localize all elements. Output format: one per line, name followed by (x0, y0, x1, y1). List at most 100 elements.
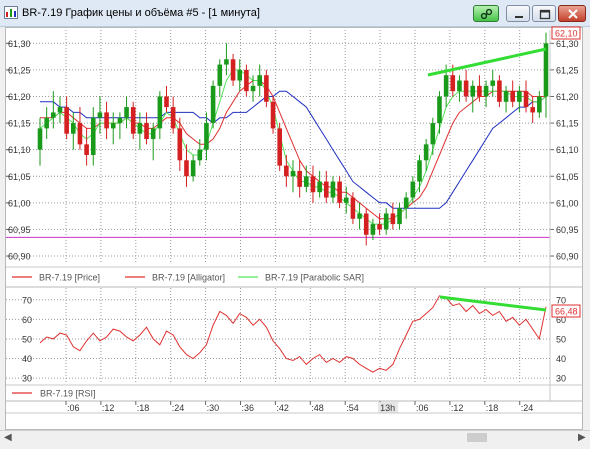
candle-body[interactable] (470, 85, 476, 97)
candle-body[interactable] (190, 160, 196, 177)
candle-body[interactable] (297, 170, 302, 187)
candle-body[interactable] (164, 96, 169, 108)
candle-body[interactable] (430, 123, 436, 145)
price-trendline[interactable] (427, 47, 547, 77)
candle-body[interactable] (257, 75, 263, 86)
candle-body[interactable] (64, 107, 69, 134)
scroll-left-icon[interactable]: ◀ (4, 431, 12, 445)
candle-body[interactable] (304, 176, 309, 187)
candle-body[interactable] (543, 43, 549, 97)
price-legend: BR-7.19 [Price] BR-7.19 [Alligator] BR-7.1… (12, 273, 364, 283)
candle-body[interactable] (350, 197, 356, 219)
candle-body[interactable] (217, 64, 223, 86)
candle-body[interactable] (104, 112, 109, 129)
candle-body[interactable] (90, 117, 96, 155)
horizontal-scrollbar[interactable]: ◀ ▶ (0, 430, 590, 445)
candle-body[interactable] (377, 224, 382, 230)
candle-body[interactable] (224, 59, 229, 65)
candle-body[interactable] (210, 85, 216, 124)
candle-body[interactable] (537, 96, 542, 113)
candle-body[interactable] (70, 123, 76, 134)
price-tick-label-left: 61,10 (8, 145, 31, 155)
rsi-tick-label-right: 70 (556, 295, 566, 305)
drawn-trendline-rsi[interactable] (439, 295, 547, 312)
candle-body[interactable] (110, 123, 116, 129)
candle-body[interactable] (443, 75, 449, 97)
candle-body[interactable] (530, 107, 535, 113)
chart-canvas[interactable]: 61,30 61,30 61,25 61,25 61,20 61,20 61,15 61,15… (0, 0, 590, 449)
rsi-grid (6, 288, 550, 384)
candle-body[interactable] (330, 181, 336, 198)
candle-body[interactable] (44, 117, 49, 129)
candle-body[interactable] (264, 75, 269, 102)
candle-body[interactable] (237, 69, 243, 81)
candle-body[interactable] (510, 91, 516, 102)
candle-body[interactable] (503, 91, 509, 102)
candle-body[interactable] (417, 160, 422, 182)
candle-body[interactable] (144, 123, 149, 140)
candle-body[interactable] (170, 107, 176, 129)
rsi-trendline[interactable] (439, 295, 547, 312)
candle-body[interactable] (37, 128, 43, 150)
time-label: :24 (172, 403, 185, 413)
candle-body[interactable] (84, 144, 89, 155)
rsi-series-line (39, 295, 547, 373)
alligator-lines (39, 69, 547, 225)
candle-body[interactable] (244, 69, 249, 92)
candle-body[interactable] (450, 75, 456, 92)
candle-body[interactable] (230, 59, 236, 81)
candle-body[interactable] (383, 213, 389, 230)
candle-body[interactable] (370, 224, 376, 235)
candle-body[interactable] (197, 149, 203, 161)
candle-body[interactable] (57, 107, 63, 113)
candle-body[interactable] (177, 128, 183, 161)
candle-body[interactable] (317, 181, 322, 193)
legend-label: BR-7.19 [Parabolic SAR] (265, 273, 364, 283)
rsi-legend: BR-7.19 [RSI] (12, 389, 96, 399)
candle-body[interactable] (250, 85, 256, 92)
candle-body[interactable] (117, 117, 123, 124)
candle-body[interactable] (157, 96, 163, 129)
drawn-trendline-price[interactable] (427, 47, 547, 77)
candle-body[interactable] (97, 112, 103, 118)
candle-body[interactable] (150, 128, 156, 140)
candle-body[interactable] (423, 144, 429, 161)
candle-body[interactable] (284, 165, 289, 177)
candle-body[interactable] (137, 123, 143, 134)
candle-body[interactable] (277, 128, 282, 166)
legend-label: BR-7.19 [Price] (39, 273, 100, 283)
scrollbar-thumb[interactable] (467, 433, 487, 442)
candle-body[interactable] (310, 176, 316, 193)
candle-body[interactable] (184, 160, 189, 177)
scroll-right-icon[interactable]: ▶ (578, 431, 586, 445)
candle-body[interactable] (357, 213, 362, 219)
candle-body[interactable] (270, 101, 276, 129)
candle-body[interactable] (517, 91, 522, 102)
candle-body[interactable] (323, 181, 329, 198)
candle-body[interactable] (204, 123, 209, 150)
candle-body[interactable] (497, 80, 502, 102)
candle-body[interactable] (477, 85, 482, 97)
candle-body[interactable] (490, 80, 496, 86)
candle-body[interactable] (397, 208, 402, 225)
price-tick-label-right: 61,00 (556, 198, 579, 208)
candle-body[interactable] (124, 107, 129, 118)
candle-body[interactable] (363, 213, 369, 235)
candle-body[interactable] (403, 197, 409, 209)
candle-body[interactable] (290, 170, 296, 177)
price-tick-label-right: 60,90 (556, 252, 579, 262)
candle-body[interactable] (483, 85, 489, 97)
candle-body[interactable] (77, 123, 83, 145)
candle-body[interactable] (457, 80, 462, 92)
candle-body[interactable] (51, 112, 56, 118)
candle-body[interactable] (437, 96, 442, 124)
candle-body[interactable] (523, 91, 529, 108)
candle-body[interactable] (390, 213, 396, 225)
candle-body[interactable] (130, 107, 136, 134)
candle-body[interactable] (343, 197, 349, 203)
candle-body[interactable] (410, 181, 416, 198)
candle-body[interactable] (463, 80, 469, 97)
rsi-tick-label-left: 50 (22, 334, 32, 344)
candle-body[interactable] (337, 181, 342, 203)
rsi-tick-label-left: 70 (22, 295, 32, 305)
